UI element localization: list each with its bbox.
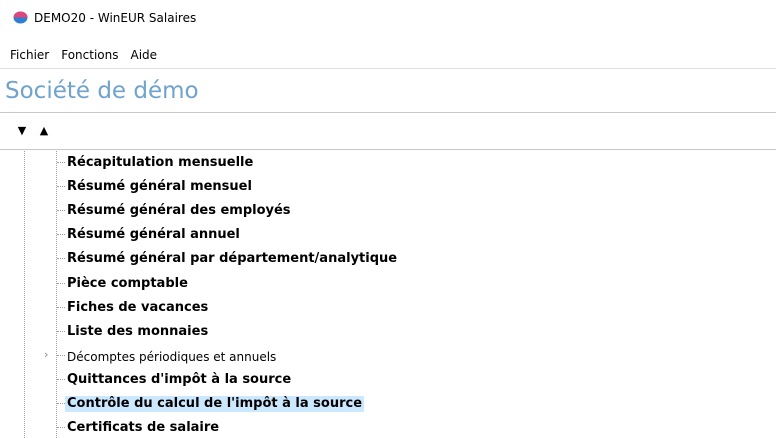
tree-item-label: Contrôle du calcul de l'impôt à la sourc… [65,396,365,412]
tree-item[interactable]: Pièce comptable [0,272,776,296]
tree-item-label: Récapitulation mensuelle [67,155,254,170]
menu-bar: Fichier Fonctions Aide [0,44,157,66]
tree-item-label: Résumé général annuel [67,227,240,243]
menu-fichier[interactable]: Fichier [10,46,49,64]
tree-item[interactable]: Récapitulation mensuelle [0,151,776,175]
sort-down-icon[interactable]: ▼ [15,123,29,137]
tree-connector [57,162,65,163]
tree-connector [57,282,65,284]
tree-item-label: Résumé général par département/analytiqu… [67,251,398,267]
tree-item-label: Liste des monnaies [67,323,209,339]
tree-connector [57,354,65,356]
sort-up-icon[interactable]: ▲ [37,123,51,137]
tree-item[interactable]: Contrôle du calcul de l'impôt à la sourc… [0,392,776,416]
tree-item-label: Décomptes périodiques et annuels [67,349,277,364]
menu-fonctions[interactable]: Fonctions [61,46,118,64]
tree-connector [57,306,65,308]
tree-item-label: Résumé général des employés [67,203,291,219]
tree-connector [57,403,65,404]
tree-connector [57,427,65,429]
tree-item-label: Résumé général mensuel [67,179,252,195]
tree-connector [57,186,65,188]
tree-connector [57,234,65,236]
menu-aide[interactable]: Aide [130,46,157,64]
tree-connector [57,210,65,212]
tree-item[interactable]: Résumé général annuel [0,223,776,247]
tree-item[interactable]: › Décomptes périodiques et annuels [0,344,776,368]
tree-item[interactable]: Liste des monnaies [0,320,776,344]
sort-toolbar: ▼ ▲ [0,112,776,150]
title-bar: DEMO20 - WinEUR Salaires [0,0,776,38]
tree-item[interactable]: Fiches de vacances [0,296,776,320]
tree-item[interactable]: Résumé général des employés [0,199,776,223]
window-title: DEMO20 - WinEUR Salaires [34,11,197,25]
report-tree: Récapitulation mensuelle Résumé général m… [0,151,776,438]
tree-item[interactable]: Certificats de salaire [0,416,776,438]
tree-item-label: Fiches de vacances [67,299,209,315]
expand-chevron-icon[interactable]: › [44,349,54,360]
tree-item-label: Pièce comptable [67,275,188,291]
tree-item[interactable]: Résumé général par département/analytiqu… [0,247,776,271]
tree-item[interactable]: Résumé général mensuel [0,175,776,199]
tree-item-label: Certificats de salaire [67,420,220,436]
tree-connector [57,330,65,332]
tree-item-label: Quittances d'impôt à la source [67,371,292,387]
app-icon [13,11,28,24]
company-name: Société de démo [0,68,776,112]
tree-connector [57,378,65,380]
tree-item[interactable]: Quittances d'impôt à la source [0,368,776,392]
tree-connector [57,258,65,260]
